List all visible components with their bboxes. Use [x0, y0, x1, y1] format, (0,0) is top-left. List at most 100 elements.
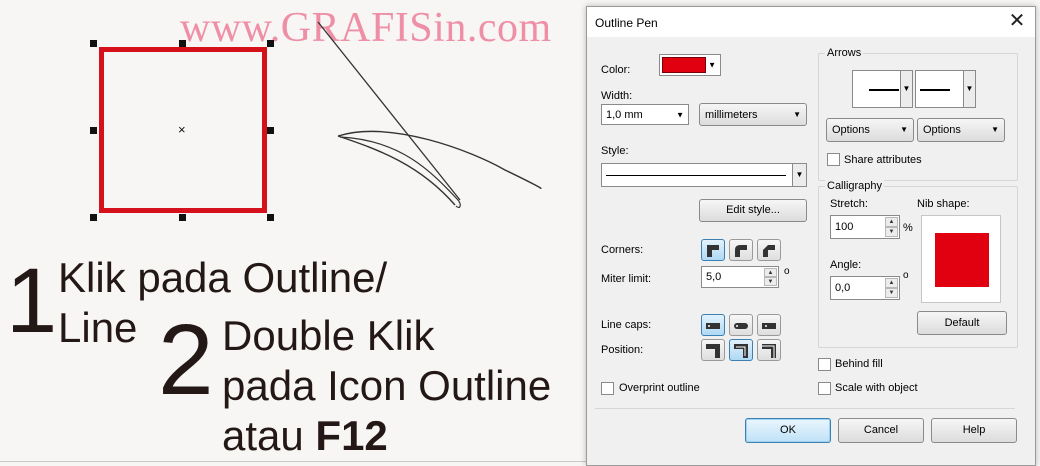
corners-label: Corners:: [601, 244, 644, 256]
behind-fill-checkbox[interactable]: [818, 358, 831, 371]
miter-unit: o: [784, 266, 790, 277]
start-arrow-options-button[interactable]: Options ▼: [826, 118, 914, 142]
miter-limit-input[interactable]: 5,0 ▲ ▼: [701, 266, 779, 288]
scale-with-object-checkbox[interactable]: [818, 382, 831, 395]
nib-shape-label: Nib shape:: [917, 198, 970, 210]
width-label: Width:: [601, 90, 633, 102]
step-2-line-3-prefix: atau: [222, 412, 316, 459]
spinner[interactable]: ▲ ▼: [885, 278, 898, 298]
position-label: Position:: [601, 344, 644, 356]
angle-value: 0,0: [835, 282, 851, 294]
title-bar: Outline Pen ✕: [587, 7, 1035, 37]
close-icon[interactable]: ✕: [1005, 9, 1029, 33]
default-button[interactable]: Default: [917, 311, 1007, 335]
width-value: 1,0 mm: [606, 108, 643, 121]
chevron-down-icon: ▼: [676, 110, 684, 119]
chevron-down-icon: ▼: [900, 125, 908, 134]
stretch-value: 100: [835, 221, 854, 233]
round-cap-icon: [734, 323, 748, 329]
scale-with-object-label: Scale with object: [835, 382, 918, 394]
nib-shape-square: [935, 233, 989, 287]
spinner[interactable]: ▲ ▼: [764, 268, 777, 286]
spin-up-icon[interactable]: ▲: [885, 217, 898, 227]
width-select[interactable]: 1,0 mm ▼: [601, 104, 689, 125]
miter-corner-button[interactable]: [701, 239, 725, 261]
chevron-down-icon: ▼: [792, 164, 806, 186]
chevron-down-icon: ▼: [708, 60, 716, 70]
share-attributes-label: Share attributes: [844, 154, 922, 166]
cancel-button[interactable]: Cancel: [838, 418, 924, 443]
miter-corner-icon: [707, 245, 719, 257]
dialog-title: Outline Pen: [595, 16, 658, 30]
solid-line-preview: [606, 175, 786, 176]
step-2-line-2: pada Icon Outline: [222, 362, 552, 409]
inside-position-button[interactable]: [757, 339, 781, 361]
spin-up-icon[interactable]: ▲: [764, 268, 777, 277]
spin-up-icon[interactable]: ▲: [885, 278, 898, 288]
inside-position-icon: [762, 344, 776, 358]
miter-limit-label: Miter limit:: [601, 273, 652, 285]
style-select[interactable]: ▼: [601, 163, 807, 187]
step-1-line-1: Klik pada Outline/: [58, 254, 388, 301]
round-corner-icon: [735, 245, 747, 257]
help-button[interactable]: Help: [931, 418, 1017, 443]
color-picker[interactable]: ▼: [659, 54, 721, 76]
share-attributes-checkbox[interactable]: [827, 153, 840, 166]
step-2-number: 2: [158, 304, 214, 416]
ok-button[interactable]: OK: [745, 418, 831, 443]
end-arrow-options-button[interactable]: Options ▼: [917, 118, 1005, 142]
angle-unit: o: [903, 270, 909, 281]
spin-down-icon[interactable]: ▼: [764, 277, 777, 286]
units-value: millimeters: [705, 109, 758, 121]
behind-fill-label: Behind fill: [835, 358, 883, 370]
shortcut-key: F12: [315, 412, 388, 459]
arrow-line-preview: [869, 89, 899, 91]
options-label: Options: [832, 124, 870, 136]
calligraphy-title: Calligraphy: [825, 180, 885, 192]
step-2-line-1: Double Klik: [222, 312, 435, 359]
outline-pen-dialog: Outline Pen ✕ Color: ▼ Width: 1,0 mm ▼ m…: [586, 6, 1036, 466]
chevron-down-icon: ▼: [991, 125, 999, 134]
arrows-title: Arrows: [825, 47, 864, 59]
step-2-line-3: atau F12: [222, 412, 388, 460]
start-arrow-select[interactable]: ▼: [852, 70, 913, 108]
tutorial-canvas: www.GRAFISin.com × 1 Klik pada Outline/ …: [0, 0, 586, 466]
color-label: Color:: [601, 64, 631, 76]
center-position-button[interactable]: [729, 339, 753, 361]
stretch-input[interactable]: 100 ▲ ▼: [830, 215, 900, 239]
style-label: Style:: [601, 145, 629, 157]
round-cap-button[interactable]: [729, 314, 753, 336]
bevel-corner-icon: [763, 245, 775, 257]
divider: [0, 461, 586, 462]
butt-cap-icon: [706, 323, 720, 329]
outside-position-icon: [706, 344, 720, 358]
square-cap-icon: [762, 323, 776, 329]
chevron-down-icon: ▼: [793, 110, 801, 119]
angle-label: Angle:: [830, 259, 862, 271]
units-select[interactable]: millimeters ▼: [699, 103, 807, 126]
arrow-line-preview: [920, 89, 950, 91]
overprint-outline-checkbox[interactable]: [601, 382, 614, 395]
chevron-down-icon: ▼: [963, 71, 975, 107]
stretch-unit: %: [903, 222, 913, 234]
dialog-body: Color: ▼ Width: 1,0 mm ▼ millimeters ▼ S…: [587, 37, 1035, 465]
line-caps-label: Line caps:: [601, 319, 652, 331]
round-corner-button[interactable]: [729, 239, 753, 261]
spin-down-icon[interactable]: ▼: [885, 288, 898, 298]
step-1-line-2: Line: [58, 304, 138, 351]
outside-position-button[interactable]: [701, 339, 725, 361]
butt-cap-button[interactable]: [701, 314, 725, 336]
options-label: Options: [923, 124, 961, 136]
spin-down-icon[interactable]: ▼: [885, 227, 898, 237]
chevron-down-icon: ▼: [900, 71, 912, 107]
color-swatch: [662, 57, 706, 73]
spinner[interactable]: ▲ ▼: [885, 217, 898, 237]
overprint-outline-label: Overprint outline: [619, 382, 700, 394]
nib-shape-preview[interactable]: [921, 215, 1001, 303]
square-cap-button[interactable]: [757, 314, 781, 336]
miter-limit-value: 5,0: [706, 271, 722, 283]
edit-style-button[interactable]: Edit style...: [699, 199, 807, 222]
bevel-corner-button[interactable]: [757, 239, 781, 261]
end-arrow-select[interactable]: ▼: [915, 70, 976, 108]
angle-input[interactable]: 0,0 ▲ ▼: [830, 276, 900, 300]
